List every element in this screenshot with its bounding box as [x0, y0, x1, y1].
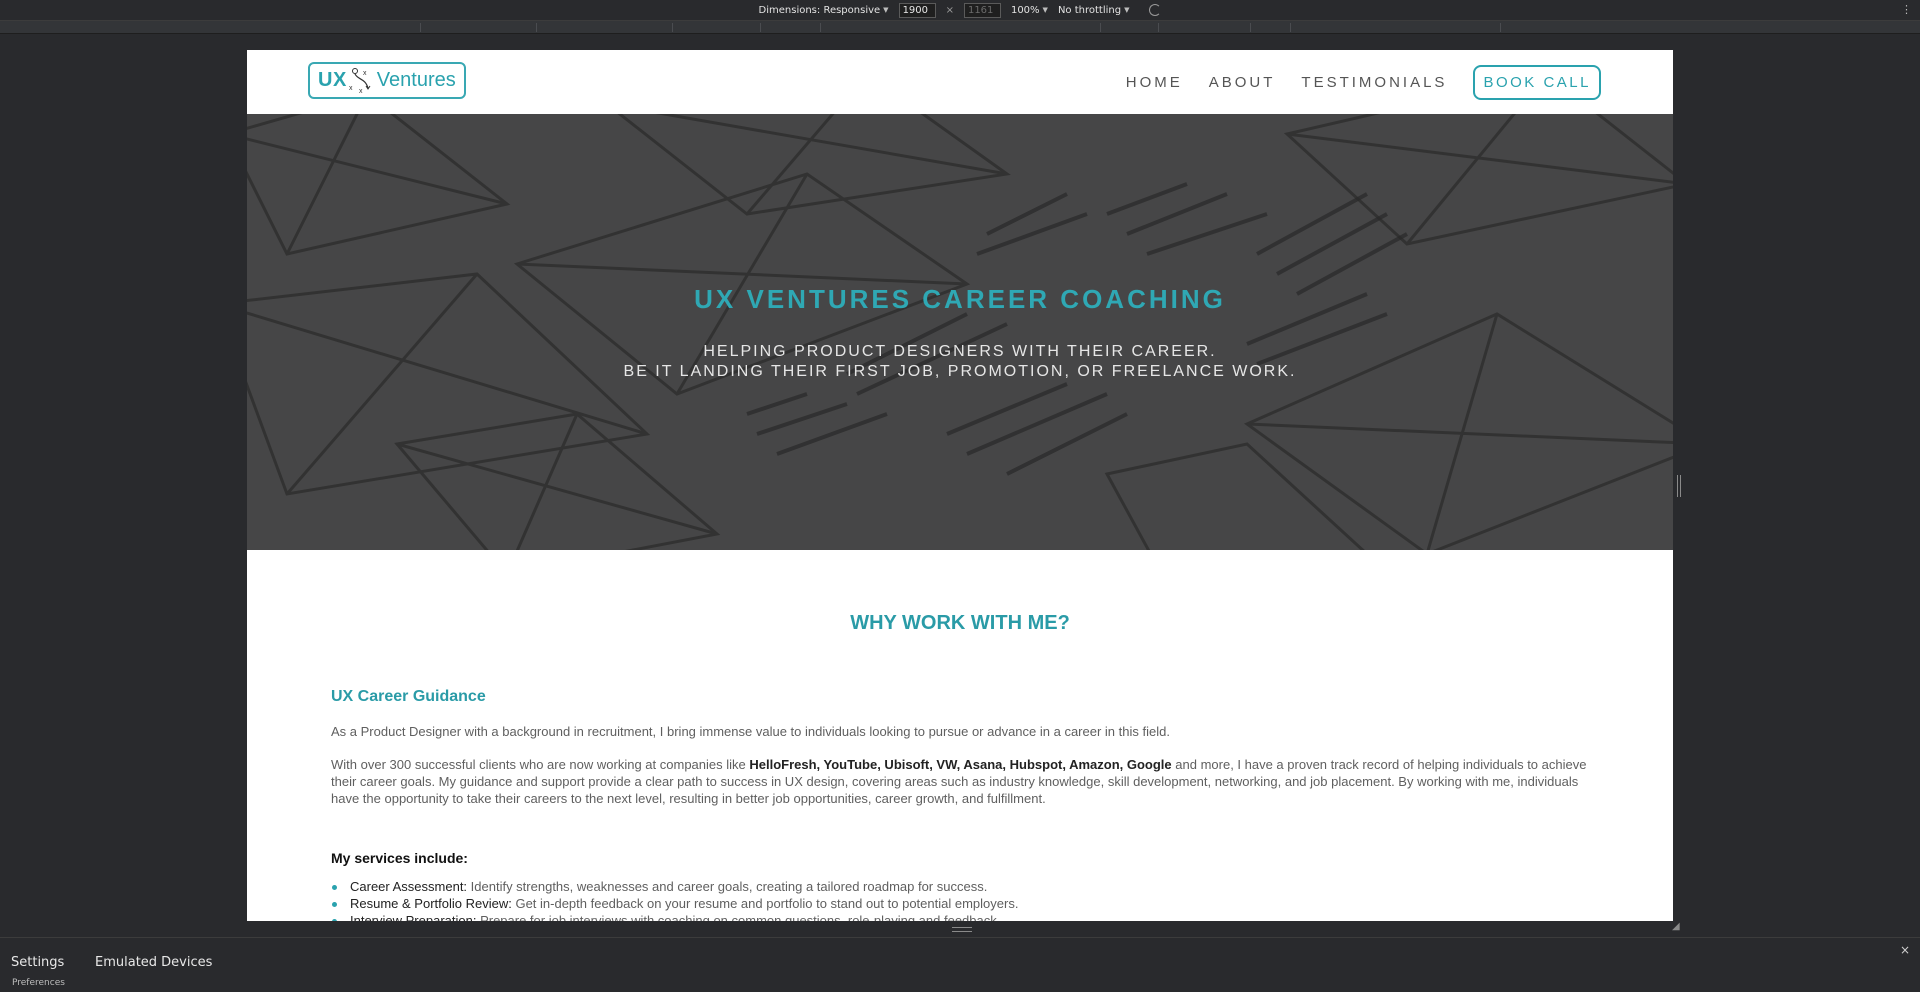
hero-banner: UX VENTURES CAREER COACHING HELPING PROD… — [247, 114, 1673, 550]
list-item: Interview Preparation: Prepare for job i… — [331, 912, 1601, 921]
resize-corner-icon[interactable]: ◢ — [1672, 922, 1682, 932]
nav-about[interactable]: ABOUT — [1209, 74, 1276, 91]
service-text: Prepare for job interviews with coaching… — [476, 913, 1001, 921]
dimensions-dropdown[interactable]: Dimensions: Responsive ▼ — [759, 5, 889, 16]
tab-settings[interactable]: Settings — [11, 955, 64, 970]
list-item: Career Assessment: Identify strengths, w… — [331, 878, 1601, 895]
services-heading: My services include: — [331, 850, 468, 866]
svg-text:x: x — [349, 85, 353, 92]
hero-subtitle: HELPING PRODUCT DESIGNERS WITH THEIR CAR… — [247, 342, 1673, 382]
service-label: Career Assessment: — [350, 879, 468, 894]
close-icon[interactable]: × — [1900, 943, 1910, 957]
hero-wireframe-sketch-background — [247, 114, 1673, 550]
service-text: Identify strengths, weaknesses and caree… — [467, 879, 988, 894]
times-icon: × — [945, 4, 954, 16]
guidance-paragraph-2: With over 300 successful clients who are… — [331, 756, 1601, 807]
tab-emulated-devices[interactable]: Emulated Devices — [95, 955, 212, 970]
preferences-label[interactable]: Preferences — [12, 978, 65, 988]
service-text: Get in-depth feedback on your resume and… — [511, 896, 1019, 911]
chevron-down-icon: ▼ — [1042, 6, 1048, 14]
logo[interactable]: UX x x x Ventures — [308, 62, 466, 99]
hero-subtitle-line1: HELPING PRODUCT DESIGNERS WITH THEIR CAR… — [703, 343, 1217, 360]
svg-text:x: x — [359, 88, 363, 95]
chevron-down-icon: ▼ — [883, 6, 889, 14]
zoom-label: 100% — [1010, 4, 1040, 16]
career-guidance-heading: UX Career Guidance — [331, 688, 486, 705]
throttle-label: No throttling — [1057, 4, 1122, 16]
more-options-icon[interactable]: ⋮ — [1901, 3, 1912, 17]
device-toolbar: Dimensions: Responsive ▼ × 100% ▼ No thr… — [0, 0, 1920, 21]
zoom-dropdown[interactable]: 100% ▼ — [1011, 5, 1048, 16]
svg-text:x: x — [363, 70, 367, 77]
resize-handle-right[interactable] — [1677, 475, 1681, 497]
dimensions-label: Dimensions: Responsive — [758, 4, 881, 16]
list-item: Resume & Portfolio Review: Get in-depth … — [331, 895, 1601, 912]
height-input[interactable] — [963, 2, 1001, 18]
nav-home[interactable]: HOME — [1126, 74, 1183, 91]
devtools-drawer: Settings Emulated Devices Preferences × — [0, 937, 1920, 992]
chevron-down-icon: ▼ — [1124, 6, 1130, 14]
why-work-heading: WHY WORK WITH ME? — [850, 612, 1070, 634]
p2-start-text: With over 300 successful clients who are… — [331, 757, 750, 772]
media-query-ruler — [0, 21, 1920, 34]
guidance-paragraph-1: As a Product Designer with a background … — [331, 724, 1170, 739]
services-list: Career Assessment: Identify strengths, w… — [331, 878, 1601, 921]
device-viewport: UX x x x Ventures HOME ABOUT TESTIMONIAL… — [247, 50, 1673, 921]
companies-list-text: HelloFresh, YouTube, Ubisoft, VW, Asana,… — [749, 757, 1172, 772]
main-nav: HOME ABOUT TESTIMONIALS BOOK CALL — [1126, 65, 1601, 100]
service-label: Interview Preparation: — [350, 913, 477, 921]
hero-title: UX VENTURES CAREER COACHING — [694, 284, 1226, 314]
logo-ux-text: UX — [318, 69, 347, 91]
logo-name-text: Ventures — [376, 69, 456, 91]
play-diagram-icon: x x x — [349, 67, 371, 95]
throttle-dropdown[interactable]: No throttling ▼ — [1058, 5, 1130, 16]
service-label: Resume & Portfolio Review: — [350, 896, 512, 911]
nav-testimonials[interactable]: TESTIMONIALS — [1301, 74, 1447, 91]
site-header: UX x x x Ventures HOME ABOUT TESTIMONIAL… — [247, 50, 1673, 114]
width-input[interactable] — [898, 2, 936, 18]
book-call-button[interactable]: BOOK CALL — [1473, 65, 1601, 100]
resize-handle-bottom[interactable] — [952, 927, 972, 932]
rotate-icon[interactable] — [1149, 4, 1162, 16]
hero-subtitle-line2: BE IT LANDING THEIR FIRST JOB, PROMOTION… — [623, 363, 1297, 380]
